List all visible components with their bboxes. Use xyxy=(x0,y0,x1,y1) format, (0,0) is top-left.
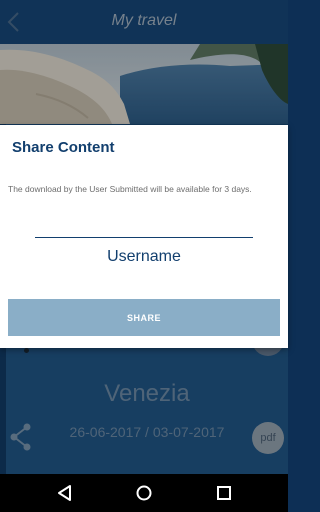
triangle-back-icon[interactable] xyxy=(54,483,76,503)
dialog-message: The download by the User Submitted will … xyxy=(8,184,252,194)
share-button[interactable]: SHARE xyxy=(8,299,280,336)
circle-home-icon[interactable] xyxy=(133,483,155,503)
system-nav-bar xyxy=(0,474,288,512)
username-input[interactable] xyxy=(35,217,253,238)
username-label: Username xyxy=(107,248,181,265)
share-dialog: Share Content The download by the User S… xyxy=(0,125,288,348)
square-recents-icon[interactable] xyxy=(213,483,235,503)
dialog-title: Share Content xyxy=(12,139,115,156)
